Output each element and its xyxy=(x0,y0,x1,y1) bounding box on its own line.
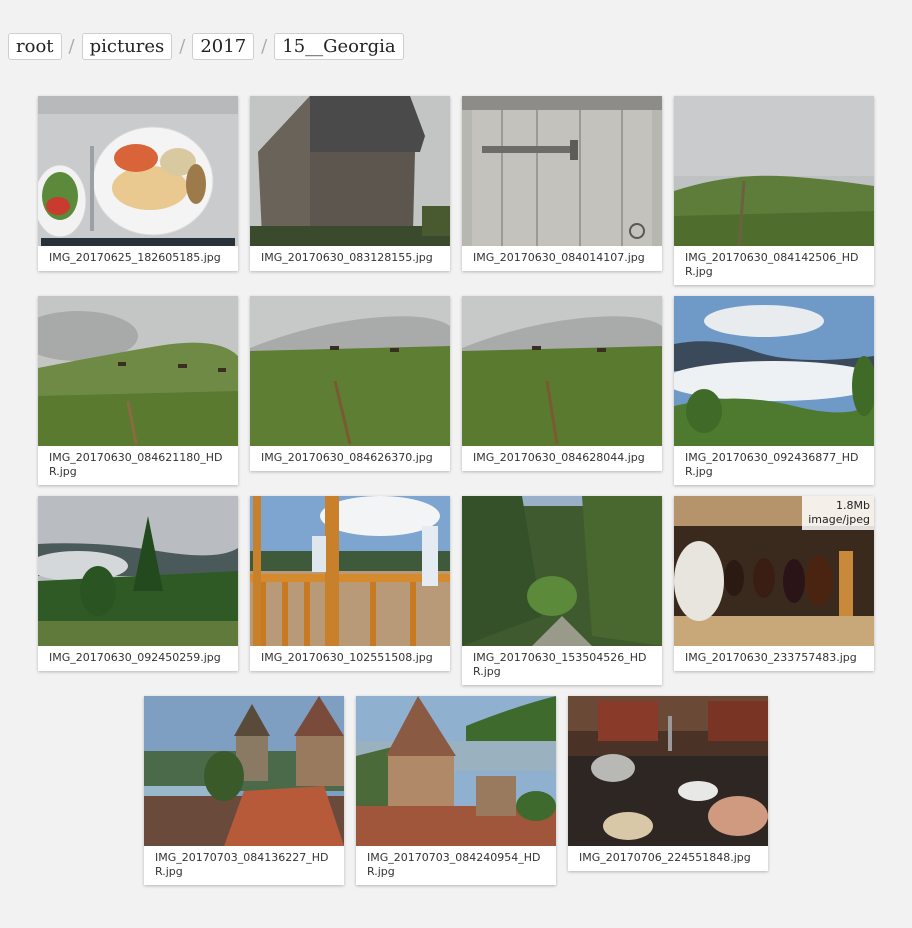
image-thumbnail[interactable] xyxy=(568,696,768,846)
image-filename: IMG_20170630_084142506_HDR.jpg xyxy=(685,251,859,278)
image-filename: IMG_20170630_084014107.jpg xyxy=(473,251,645,264)
gallery-row: IMG_20170630_084621180_HDR.jpg IMG_20170… xyxy=(0,296,912,485)
breadcrumb-item-current-folder[interactable]: 15__Georgia xyxy=(274,33,404,60)
image-filename: IMG_20170630_102551508.jpg xyxy=(261,651,433,664)
image-tile[interactable]: IMG_20170630_083128155.jpg xyxy=(250,96,450,271)
image-tile[interactable]: IMG_20170703_084240954_HDR.jpg xyxy=(356,696,556,885)
gallery-row: IMG_20170625_182605185.jpg IMG_20170630_… xyxy=(0,96,912,285)
image-filename: IMG_20170630_092450259.jpg xyxy=(49,651,221,664)
image-filename: IMG_20170630_153504526_HDR.jpg xyxy=(473,651,647,678)
image-filename: IMG_20170630_084621180_HDR.jpg xyxy=(49,451,223,478)
image-thumbnail[interactable] xyxy=(38,96,238,246)
image-filename: IMG_20170703_084240954_HDR.jpg xyxy=(367,851,541,878)
image-tile[interactable]: IMG_20170703_084136227_HDR.jpg xyxy=(144,696,344,885)
image-tile[interactable]: IMG_20170630_102551508.jpg xyxy=(250,496,450,671)
image-tile[interactable]: 1.8Mb image/jpeg IMG_20170630_233757483.… xyxy=(674,496,874,671)
image-thumbnail[interactable] xyxy=(250,496,450,646)
file-size: 1.8Mb xyxy=(836,499,870,512)
image-thumbnail[interactable] xyxy=(462,296,662,446)
image-tile[interactable]: IMG_20170630_084628044.jpg xyxy=(462,296,662,471)
image-filename: IMG_20170625_182605185.jpg xyxy=(49,251,221,264)
image-tile[interactable]: IMG_20170630_092436877_HDR.jpg xyxy=(674,296,874,485)
image-thumbnail[interactable] xyxy=(462,496,662,646)
image-tile[interactable]: IMG_20170630_084014107.jpg xyxy=(462,96,662,271)
breadcrumb-item-root[interactable]: root xyxy=(8,33,62,60)
breadcrumb-separator: / xyxy=(68,36,75,57)
image-thumbnail[interactable] xyxy=(250,296,450,446)
image-filename: IMG_20170630_092436877_HDR.jpg xyxy=(685,451,859,478)
image-thumbnail[interactable] xyxy=(674,296,874,446)
image-tile[interactable]: IMG_20170625_182605185.jpg xyxy=(38,96,238,271)
image-tile[interactable]: IMG_20170630_084142506_HDR.jpg xyxy=(674,96,874,285)
file-type: image/jpeg xyxy=(808,513,870,526)
breadcrumb-separator: / xyxy=(179,36,186,57)
breadcrumb: root / pictures / 2017 / 15__Georgia xyxy=(8,33,404,60)
image-tile[interactable]: IMG_20170630_084621180_HDR.jpg xyxy=(38,296,238,485)
image-filename: IMG_20170703_084136227_HDR.jpg xyxy=(155,851,329,878)
image-filename: IMG_20170630_084628044.jpg xyxy=(473,451,645,464)
image-thumbnail[interactable] xyxy=(144,696,344,846)
image-tile[interactable]: IMG_20170706_224551848.jpg xyxy=(568,696,768,871)
image-thumbnail[interactable] xyxy=(250,96,450,246)
image-filename: IMG_20170630_233757483.jpg xyxy=(685,651,857,664)
image-filename: IMG_20170630_083128155.jpg xyxy=(261,251,433,264)
image-gallery: IMG_20170625_182605185.jpg IMG_20170630_… xyxy=(0,96,912,896)
image-thumbnail[interactable] xyxy=(674,96,874,246)
image-tile[interactable]: IMG_20170630_092450259.jpg xyxy=(38,496,238,671)
file-info-overlay: 1.8Mb image/jpeg xyxy=(802,496,874,530)
breadcrumb-item-2017[interactable]: 2017 xyxy=(192,33,255,60)
image-tile[interactable]: IMG_20170630_153504526_HDR.jpg xyxy=(462,496,662,685)
image-thumbnail[interactable] xyxy=(462,96,662,246)
gallery-row: IMG_20170630_092450259.jpg IMG_20170630_… xyxy=(0,496,912,685)
image-thumbnail[interactable] xyxy=(356,696,556,846)
breadcrumb-item-pictures[interactable]: pictures xyxy=(81,33,173,60)
breadcrumb-separator: / xyxy=(261,36,268,57)
image-filename: IMG_20170706_224551848.jpg xyxy=(579,851,751,864)
image-thumbnail[interactable] xyxy=(38,296,238,446)
image-thumbnail[interactable] xyxy=(38,496,238,646)
gallery-row: IMG_20170703_084136227_HDR.jpg IMG_20170… xyxy=(0,696,912,885)
image-tile[interactable]: IMG_20170630_084626370.jpg xyxy=(250,296,450,471)
image-filename: IMG_20170630_084626370.jpg xyxy=(261,451,433,464)
